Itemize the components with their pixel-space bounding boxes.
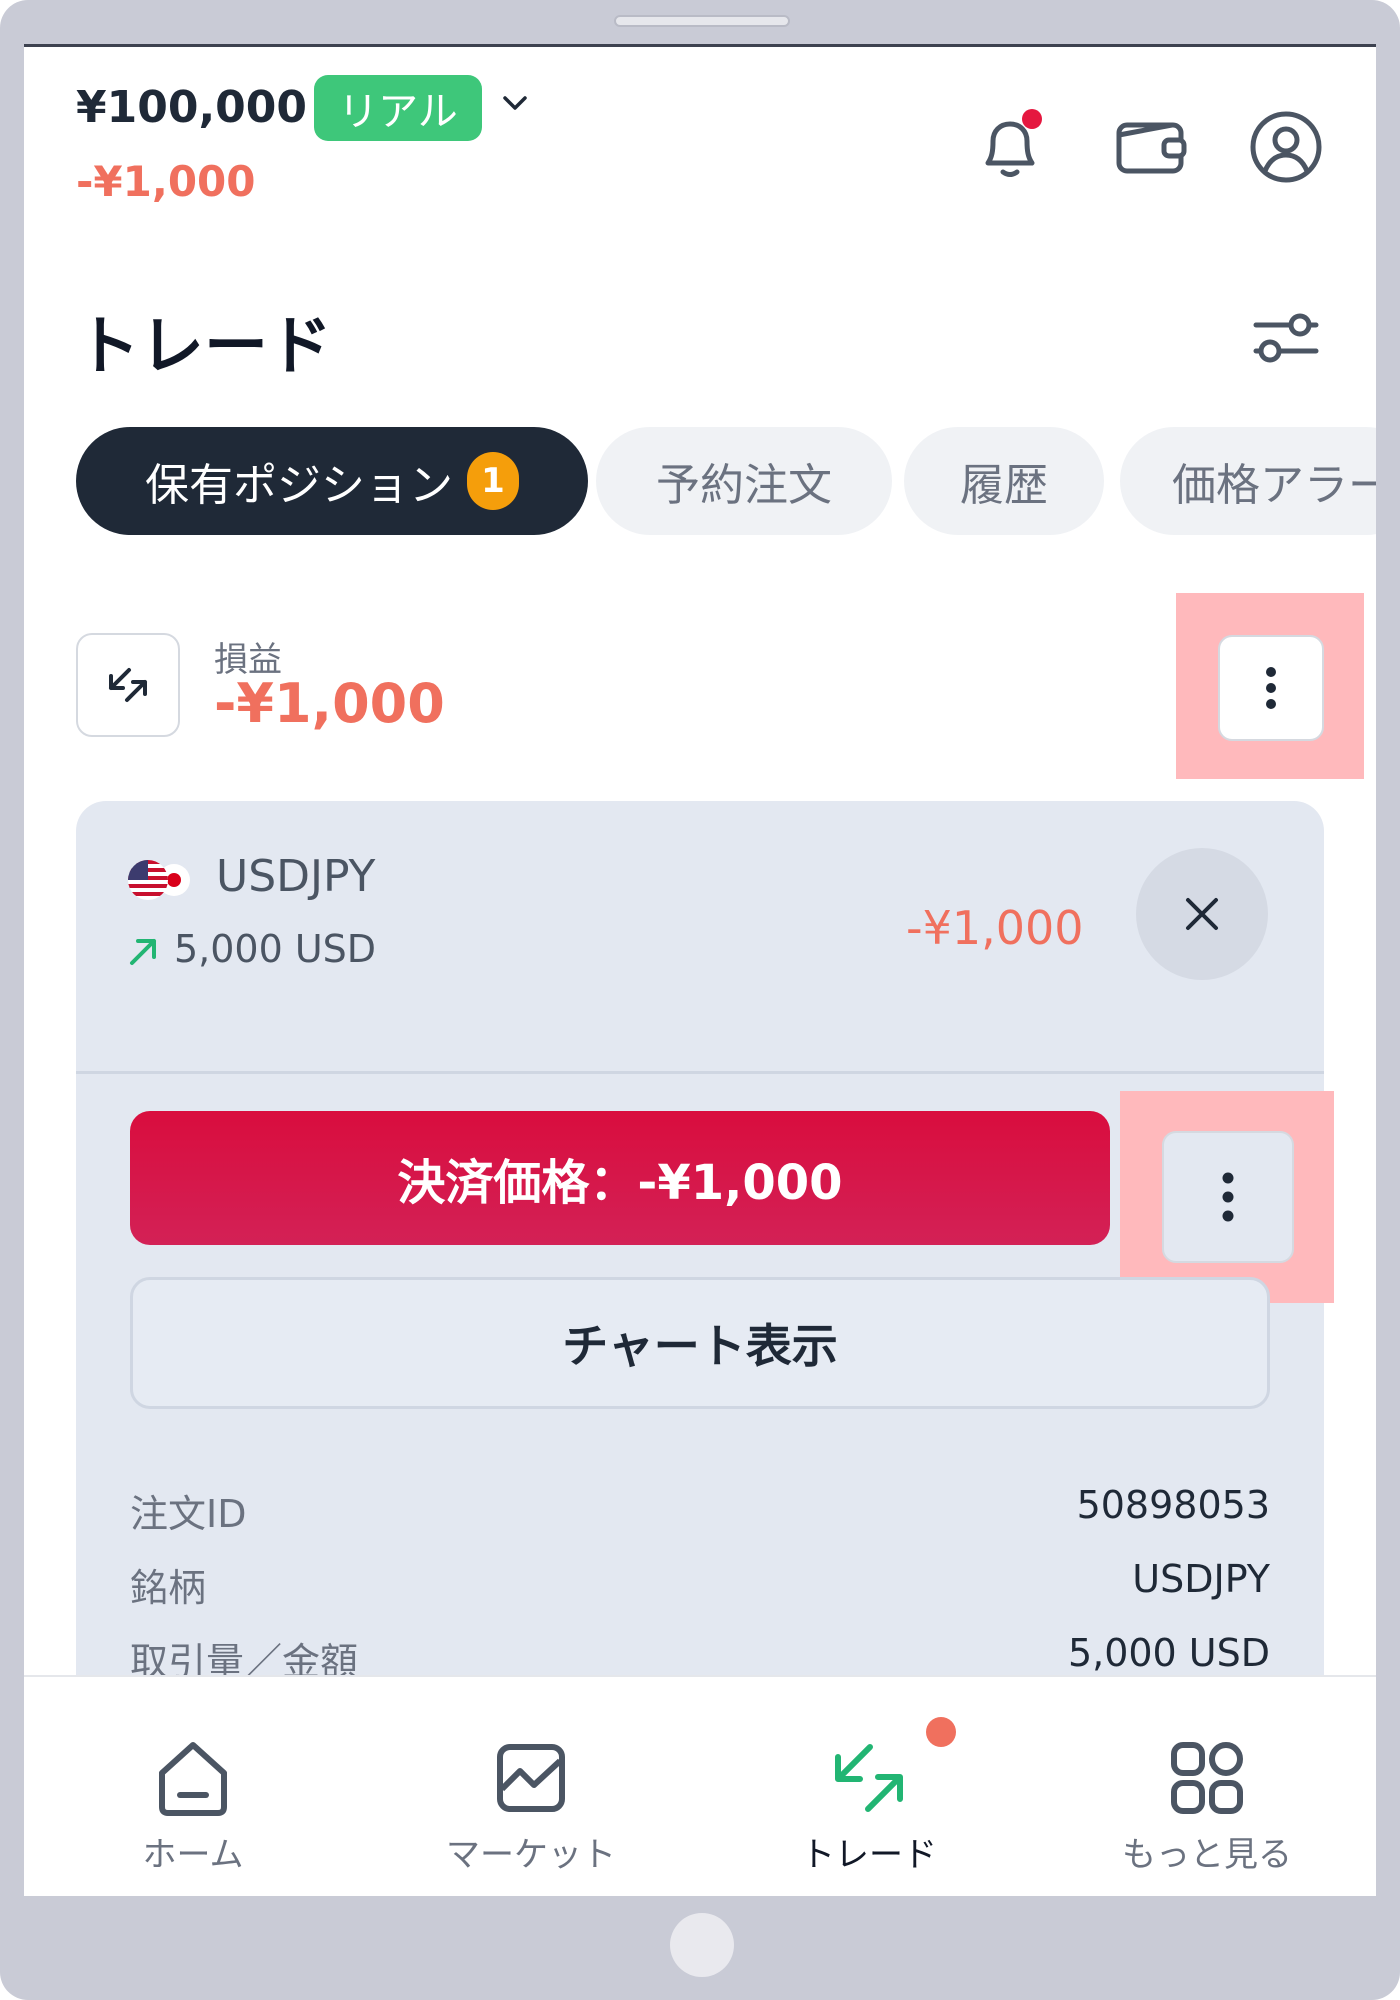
close-icon [1186, 898, 1218, 930]
position-count-badge: 1 [467, 452, 519, 510]
detail-row-symbol: 銘柄 USDJPY [130, 1557, 1270, 1617]
nav-label: マーケット [446, 1835, 616, 1875]
account-balance: ¥100,000 [76, 82, 308, 133]
detail-label: 注文ID [130, 1492, 247, 1536]
nav-label: トレード [801, 1835, 937, 1875]
pnl-menu-button[interactable] [1218, 635, 1324, 741]
notification-dot [1022, 109, 1042, 129]
speaker [614, 15, 790, 27]
nav-more[interactable]: もっと見る [1038, 1677, 1376, 1896]
arrow-up-right-icon [130, 939, 156, 965]
bottom-navigation: ホーム マーケット トレード もっと見る [24, 1675, 1376, 1896]
kebab-menu-icon [1222, 1172, 1234, 1222]
page-title: トレード [76, 310, 332, 384]
detail-value: USDJPY [1132, 1557, 1270, 1601]
wallet-icon[interactable] [1112, 107, 1192, 187]
account-type-badge[interactable]: リアル [314, 75, 482, 141]
kebab-menu-icon [1266, 667, 1276, 709]
tab-history[interactable]: 履歴 [904, 427, 1104, 535]
trade-icon [835, 1744, 903, 1812]
detail-value: 5,000 USD [1067, 1631, 1270, 1675]
tab-open-positions[interactable]: 保有ポジション 1 [76, 427, 588, 535]
settle-price-button[interactable]: 決済価格：-¥1,000 [130, 1111, 1110, 1245]
position-volume: 5,000 USD [174, 927, 377, 971]
usd-jpy-flag-icon [128, 860, 190, 900]
position-menu-button[interactable] [1162, 1131, 1294, 1263]
show-chart-button[interactable]: チャート表示 [130, 1277, 1270, 1409]
position-symbol: USDJPY [216, 851, 376, 902]
tab-price-alerts[interactable]: 価格アラート [1120, 427, 1376, 535]
notification-dot [926, 1717, 956, 1747]
nav-market[interactable]: マーケット [362, 1677, 700, 1896]
nav-label: ホーム [142, 1835, 244, 1875]
account-pnl: -¥1,000 [76, 157, 256, 206]
device-home-button[interactable] [670, 1913, 734, 1977]
card-divider [76, 1071, 1324, 1074]
swap-toggle-button[interactable] [76, 633, 180, 737]
more-icon [1171, 1742, 1243, 1814]
detail-label: 銘柄 [130, 1566, 207, 1610]
filter-settings-icon[interactable] [1246, 297, 1326, 377]
position-pnl: -¥1,000 [906, 901, 1084, 955]
tab-label: 保有ポジション [145, 460, 453, 511]
profile-icon[interactable] [1246, 107, 1326, 187]
close-position-button[interactable] [1136, 848, 1268, 980]
nav-home[interactable]: ホーム [24, 1677, 362, 1896]
device-frame: ¥100,000 リアル -¥1,000 トレード 保有ポジション 1 予約注文… [0, 0, 1400, 2000]
chevron-down-icon[interactable] [499, 87, 531, 119]
nav-trade[interactable]: トレード [700, 1677, 1038, 1896]
tab-pending-orders[interactable]: 予約注文 [596, 427, 892, 535]
swap-arrows-icon [109, 668, 147, 702]
detail-value: 50898053 [1076, 1483, 1270, 1527]
market-icon [497, 1744, 565, 1812]
home-icon [159, 1742, 227, 1816]
app-screen: ¥100,000 リアル -¥1,000 トレード 保有ポジション 1 予約注文… [24, 44, 1376, 1896]
pnl-value: -¥1,000 [214, 672, 445, 735]
nav-label: もっと見る [1122, 1835, 1292, 1875]
detail-row-order-id: 注文ID 50898053 [130, 1483, 1270, 1543]
